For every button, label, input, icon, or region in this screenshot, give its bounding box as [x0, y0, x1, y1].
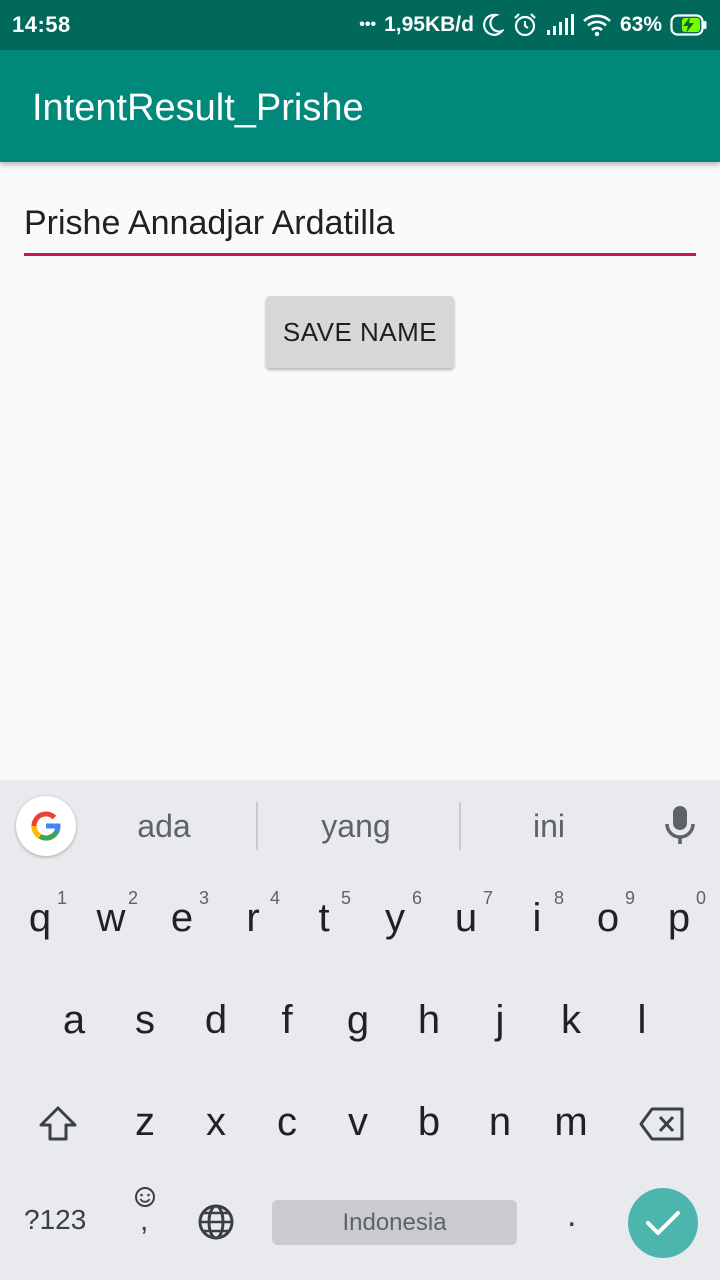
google-g-icon[interactable] — [16, 796, 76, 856]
suggestion-3[interactable]: ini — [469, 808, 629, 845]
key-r[interactable]: r4 — [218, 870, 288, 970]
key-char: h — [417, 998, 441, 1042]
key-hint: 7 — [482, 888, 493, 908]
moon-icon — [482, 13, 504, 37]
key-s[interactable]: s — [110, 972, 180, 1072]
app-bar: IntentResult_Prishe — [0, 50, 720, 162]
name-input[interactable]: Prishe Annadjar Ardatilla — [24, 202, 696, 256]
key-l[interactable]: l — [607, 972, 677, 1072]
key-hint: 1 — [56, 888, 67, 908]
name-input-underline — [24, 253, 696, 256]
key-hint: 3 — [198, 888, 209, 908]
key-g[interactable]: g — [323, 972, 393, 1072]
key-a[interactable]: a — [39, 972, 109, 1072]
alarm-icon — [512, 12, 538, 38]
shift-icon — [39, 1106, 77, 1141]
key-u[interactable]: u7 — [431, 870, 501, 970]
key-d[interactable]: d — [181, 972, 251, 1072]
battery-percent: 63% — [619, 13, 662, 36]
signal-icon — [546, 14, 574, 36]
symbols-key[interactable]: ?123 — [24, 1204, 86, 1236]
key-y[interactable]: y6 — [360, 870, 430, 970]
key-char: l — [637, 998, 647, 1042]
name-input-value: Prishe Annadjar Ardatilla — [24, 204, 395, 242]
key-m[interactable]: m — [536, 1074, 606, 1174]
key-q[interactable]: q1 — [5, 870, 75, 970]
main-content: Prishe Annadjar Ardatilla SAVE NAME — [0, 162, 720, 780]
key-char: c — [277, 1100, 297, 1144]
key-hint: 2 — [127, 888, 138, 908]
key-hint: 8 — [553, 888, 564, 908]
key-t[interactable]: t5 — [289, 870, 359, 970]
suggestion-2[interactable]: yang — [276, 808, 436, 845]
network-speed: 1,95KB/d — [384, 13, 474, 36]
battery-charging-icon — [670, 14, 708, 36]
shift-key[interactable] — [22, 1074, 94, 1174]
key-f[interactable]: f — [252, 972, 322, 1072]
key-char: m — [554, 1100, 588, 1144]
key-char: x — [206, 1100, 226, 1144]
key-e[interactable]: e3 — [147, 870, 217, 970]
wifi-icon — [582, 13, 612, 37]
key-char: f — [281, 998, 293, 1042]
key-area: q1 w2 e3 r4 t5 y6 u7 i8 o9 p0 a s d f g … — [0, 870, 720, 1280]
key-w[interactable]: w2 — [76, 870, 146, 970]
key-char: b — [417, 1100, 441, 1144]
status-bar: 14:58 ••• 1,95KB/d 63% — [0, 0, 720, 50]
save-name-button[interactable]: SAVE NAME — [266, 296, 454, 368]
period-key[interactable]: . — [567, 1196, 576, 1235]
soft-keyboard: ada yang ini q1 w2 e3 r4 t5 y6 u7 i8 o9 … — [0, 780, 720, 1280]
more-dots: ••• — [359, 16, 377, 33]
enter-key[interactable] — [628, 1188, 698, 1258]
key-j[interactable]: j — [465, 972, 535, 1072]
key-v[interactable]: v — [323, 1074, 393, 1174]
key-hint: 5 — [340, 888, 351, 908]
backspace-icon — [639, 1107, 684, 1141]
key-char: k — [561, 998, 581, 1042]
checkmark-icon — [646, 1211, 680, 1235]
key-c[interactable]: c — [252, 1074, 322, 1174]
key-o[interactable]: o9 — [573, 870, 643, 970]
comma-char: , — [140, 1204, 149, 1237]
app-title: IntentResult_Prishe — [32, 87, 364, 129]
key-p[interactable]: p0 — [644, 870, 714, 970]
key-char: v — [348, 1100, 368, 1144]
key-char: n — [488, 1100, 512, 1144]
key-hint: 6 — [411, 888, 422, 908]
key-char: d — [204, 998, 228, 1042]
suggestion-1[interactable]: ada — [84, 808, 244, 845]
key-b[interactable]: b — [394, 1074, 464, 1174]
key-k[interactable]: k — [536, 972, 606, 1072]
key-h[interactable]: h — [394, 972, 464, 1072]
key-char: z — [135, 1100, 155, 1144]
key-hint: 9 — [624, 888, 635, 908]
status-time: 14:58 — [12, 12, 71, 37]
key-i[interactable]: i8 — [502, 870, 572, 970]
key-hint: 0 — [695, 888, 706, 908]
key-n[interactable]: n — [465, 1074, 535, 1174]
emoji-comma-key[interactable]: , — [130, 1186, 160, 1246]
space-label: Indonesia — [342, 1208, 447, 1236]
key-char: s — [135, 998, 155, 1042]
suggestion-strip: ada yang ini — [0, 780, 720, 870]
key-char: j — [495, 998, 505, 1042]
globe-icon[interactable] — [196, 1202, 236, 1247]
key-x[interactable]: x — [181, 1074, 251, 1174]
mic-icon[interactable] — [662, 804, 698, 851]
suggestion-divider — [459, 802, 461, 850]
suggestion-divider — [256, 802, 258, 850]
key-char: g — [346, 998, 370, 1042]
backspace-key[interactable] — [624, 1074, 700, 1174]
space-bar[interactable]: Indonesia — [272, 1200, 517, 1245]
key-char: a — [62, 998, 86, 1042]
status-icons: ••• 1,95KB/d 63% — [359, 10, 708, 40]
key-z[interactable]: z — [110, 1074, 180, 1174]
key-hint: 4 — [269, 888, 280, 908]
